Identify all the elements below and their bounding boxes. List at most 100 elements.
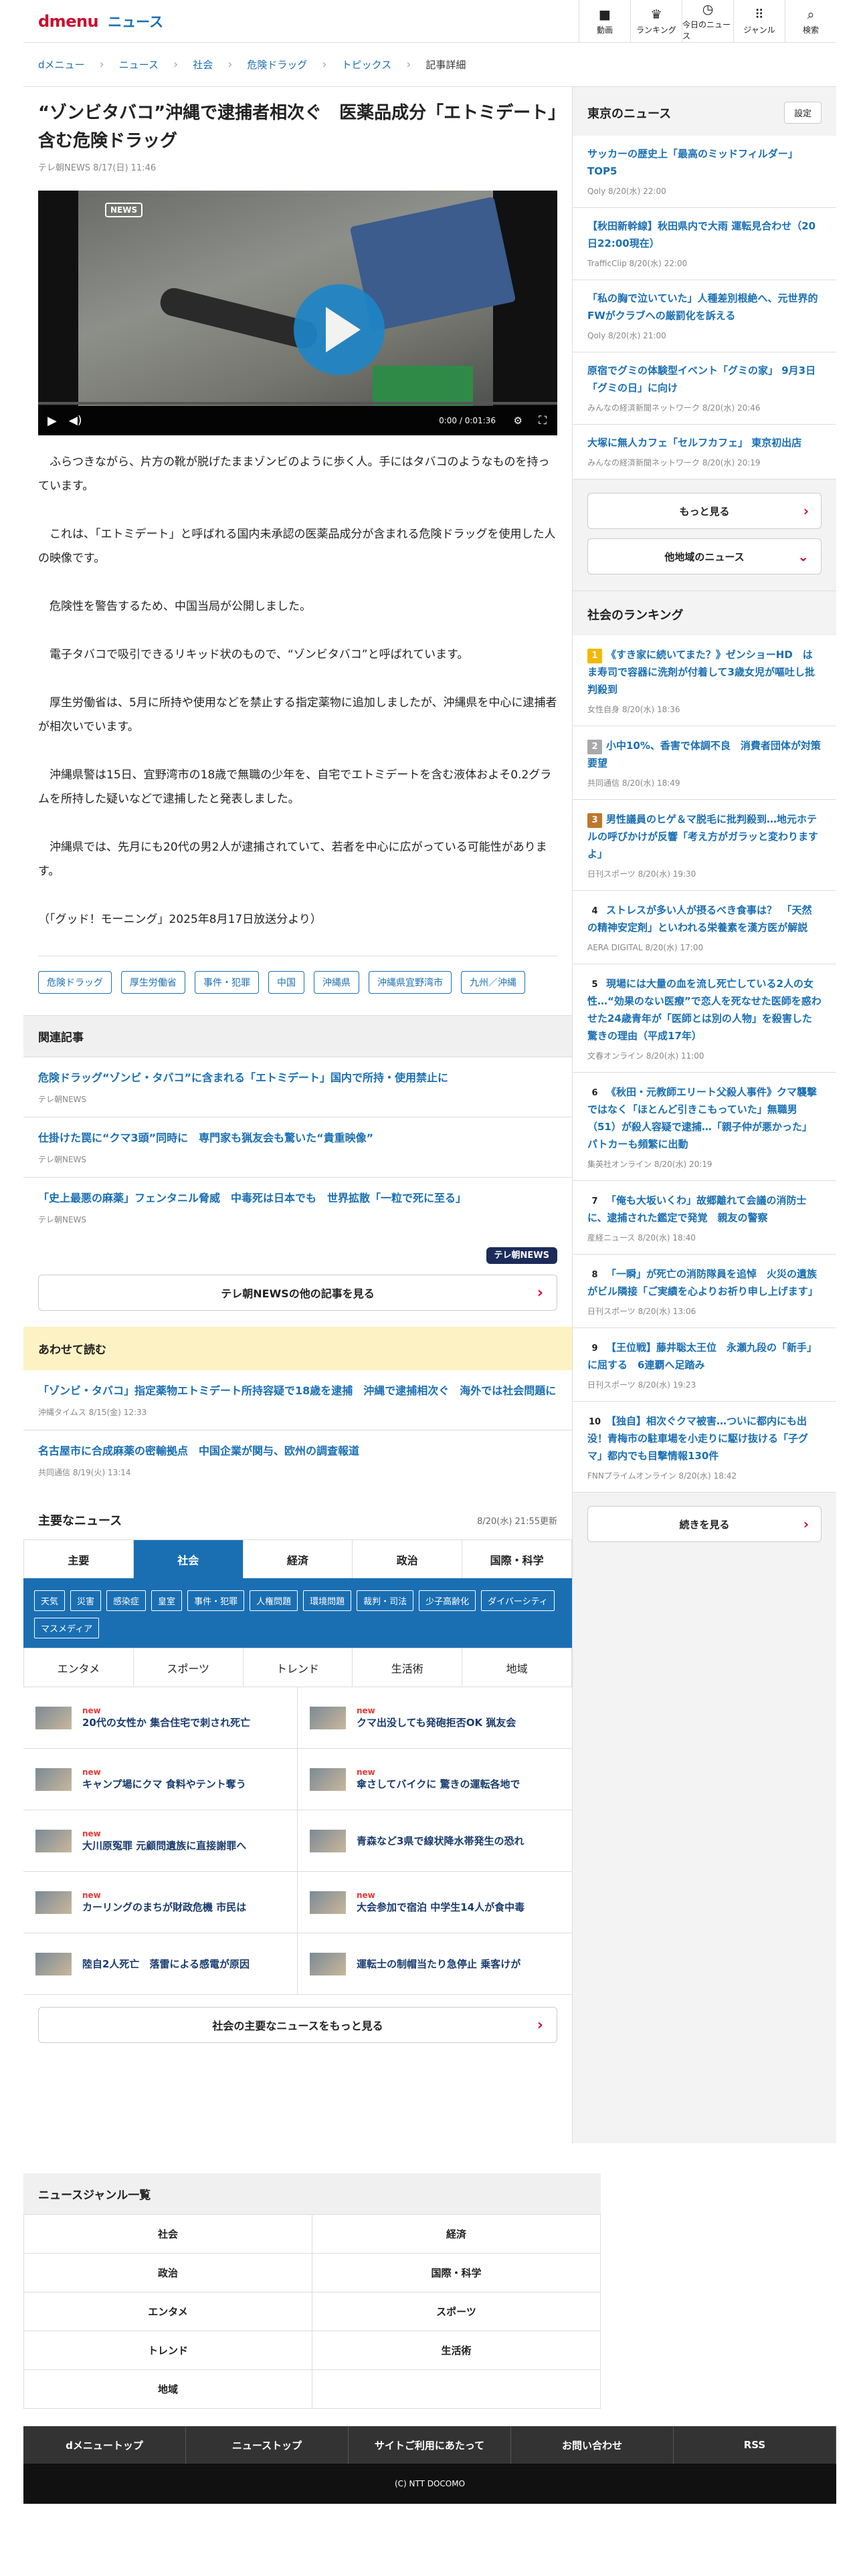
subtag[interactable]: 皇室 [151,1590,183,1611]
topic-tag[interactable]: 九州／沖縄 [461,971,525,994]
subtag[interactable]: 災害 [70,1590,102,1611]
video-player[interactable]: NEWS ▶ ◀) 0:00 / 0:01:36 ⚙ ⛶ [38,191,557,435]
nav-video[interactable]: ■ 動画 [579,0,630,43]
fullscreen-icon[interactable]: ⛶ [539,414,547,427]
footer-link[interactable]: サイトご利用にあたって [349,2426,511,2464]
tab-lifestyle[interactable]: 生活術 [352,1648,462,1687]
tab-trend[interactable]: トレンド [242,1648,353,1687]
more-tvasahi-button[interactable]: テレ朝NEWSの他の記事を見る › [38,1275,557,1311]
tab-entertainment[interactable]: エンタメ [23,1648,133,1687]
ranking-item[interactable]: 10 【独自】相次ぐクマ被害…ついに都内にも出没！青梅市の駐車場を小走りに駆け抜け… [573,1402,836,1493]
genre-link[interactable]: 生活術 [312,2331,601,2370]
ranking-item[interactable]: 4 ストレスが多い人が摂るべき食事は？ 「天然の精神安定剤」といわれる栄養素を漢方… [573,891,836,964]
more-society-news-button[interactable]: 社会の主要なニュースをもっと見る › [38,2007,557,2043]
video-progress[interactable] [38,402,557,405]
subtag[interactable]: 環境問題 [303,1590,352,1611]
related-source: テレ朝NEWS [38,1215,87,1224]
related-item[interactable]: 仕掛けた罠に“クマ3頭”同時に 専門家も猟友会も驚いた“貴重映像” テレ朝NEWS [23,1117,572,1178]
more-local-button[interactable]: もっと見る › [587,493,822,529]
volume-icon[interactable]: ◀) [69,414,82,427]
topic-tag[interactable]: 沖縄県宜野湾市 [369,971,452,994]
news-item[interactable]: 陸自2人死亡 落雷による感電が原因 [23,1933,298,1995]
breadcrumb-link[interactable]: ニュース [119,58,159,72]
settings-icon[interactable]: ⚙ [514,415,522,427]
tab-society[interactable]: 社会 [132,1539,243,1578]
genre-link[interactable]: 社会 [24,2215,312,2254]
genre-link[interactable]: 政治 [24,2254,312,2292]
local-news-item[interactable]: 原宿でグミの体験型イベント「グミの家」 9月3日「グミの日」に向け みんなの経済新… [573,352,836,425]
related-item[interactable]: 「史上最悪の麻薬」フェンタニル脅威 中毒死は日本でも 世界拡散「一粒で死に至る」… [23,1178,572,1237]
footer-link[interactable]: ニューストップ [186,2426,349,2464]
ranking-item[interactable]: 8 「一瞬」が死亡の消防隊員を追悼 火災の遺族がビル隣接「ご実績を心よりお祈り申し… [573,1255,836,1328]
local-news-item[interactable]: サッカーの歴史上「最高のミッドフィルダー」TOP5 Qoly 8/20(水) 22… [573,136,836,208]
subtag[interactable]: 裁判・司法 [357,1590,414,1611]
nav-today[interactable]: ◷ 今日のニュース [682,0,733,43]
ranking-meta: 女性自身 8/20(水) 18:36 [587,705,680,714]
news-item[interactable]: new カーリングのまちが財政危機 市民は [23,1872,298,1933]
genre-link[interactable]: 国際・科学 [312,2254,601,2292]
site-logo[interactable]: dmenu ニュース [23,11,163,31]
genre-link[interactable]: スポーツ [312,2292,601,2331]
genre-link[interactable]: 地域 [24,2370,312,2409]
related-item[interactable]: 危険ドラッグ“ゾンビ・タバコ”に含まれる「エトミデート」国内で所持・使用禁止にテ… [23,1057,572,1117]
ranking-meta: 日刊スポーツ 8/20(水) 19:30 [587,869,696,879]
local-news-item[interactable]: 大塚に無人カフェ「セルフカフェ」 東京初出店 みんなの経済新聞ネットワーク 8/2… [573,425,836,479]
tab-major[interactable]: 主要 [23,1539,133,1578]
subtag[interactable]: 事件・犯罪 [187,1590,245,1611]
ranking-item[interactable]: 6 《秋田・元教師エリート父殺人事件》クマ襲撃ではなく「ほとんど引きこもっていた」… [573,1073,836,1181]
tab-politics[interactable]: 政治 [352,1539,462,1578]
topic-tag[interactable]: 厚生労働省 [121,971,185,994]
breadcrumb-link[interactable]: 社会 [193,58,213,72]
subtag[interactable]: 人権問題 [250,1590,298,1611]
settings-button[interactable]: 設定 [783,102,822,124]
subtag[interactable]: 少子高齢化 [419,1590,476,1611]
topic-tag[interactable]: 中国 [268,971,304,994]
play-small-icon[interactable]: ▶ [47,414,57,428]
tab-international[interactable]: 国際・科学 [462,1539,572,1578]
tab-economy[interactable]: 経済 [242,1539,353,1578]
local-news-item[interactable]: 「私の胸で泣いていた」人種差別根絶へ、元世界的FWがクラブへの厳罰化を訴える Qo… [573,280,836,352]
local-news-item[interactable]: 【秋田新幹線】秋田県内で大雨 運転見合わせ（20日22:00現在） Traffic… [573,208,836,280]
ranking-item[interactable]: 2 小中10%、香害で体調不良 消費者団体が対策要望 共同通信 8/20(水) 18… [573,726,836,800]
genre-link[interactable]: エンタメ [24,2292,312,2331]
also-read-item[interactable]: 名古屋市に合成麻薬の密輸拠点 中国企業が関与、欧州の調査報道 共同通信 8/19(… [23,1430,572,1490]
breadcrumb-link[interactable]: dメニュー [38,58,85,72]
subtag[interactable]: 感染症 [106,1590,147,1611]
news-item[interactable]: new 傘さしてバイクに 驚きの運転各地で [298,1749,572,1810]
ranking-item[interactable]: 7 「俺も大坂いくわ」故郷離れて会議の消防士に、逮捕された鑑定で発覚 親友の警察産… [573,1181,836,1255]
news-item[interactable]: new クマ出没しても発砲拒否OK 猟友会 [298,1687,572,1749]
topic-tag[interactable]: 沖縄県 [314,971,359,994]
nav-genre[interactable]: ⠿ ジャンル [733,0,785,43]
footer-link[interactable]: お問い合わせ [511,2426,674,2464]
tab-region[interactable]: 地域 [462,1648,572,1687]
ranking-item[interactable]: 3 男性議員のヒゲ＆マ脱毛に批判殺到…地元ホテルの呼びかけが反響「考え方がガラッと… [573,800,836,891]
nav-search[interactable]: ⌕ 検索 [785,0,836,43]
news-item[interactable]: new 大川原冤罪 元顧問遺族に直接謝罪へ [23,1810,298,1872]
breadcrumb-link[interactable]: トピックス [342,58,392,72]
ranking-item[interactable]: 1 《すき家に続いてまた？》ゼンショーHD はま寿司で容器に洗剤が付着して3歳女児… [573,635,836,726]
breadcrumb-link[interactable]: 危険ドラッグ [247,58,307,72]
other-region-button[interactable]: 他地域のニュース ⌄ [587,538,822,574]
topic-tag[interactable]: 事件・犯罪 [195,971,259,994]
genre-link[interactable]: トレンド [24,2331,312,2370]
nav-ranking[interactable]: ♛ ランキング [630,0,682,43]
also-read-item[interactable]: 「ゾンビ・タバコ」指定薬物エトミデート所持容疑で18歳を逮捕 沖縄で逮捕相次ぐ … [23,1370,572,1430]
news-item[interactable]: new 20代の女性か 集合住宅で刺され死亡 [23,1687,298,1749]
footer-link[interactable]: RSS [674,2426,836,2464]
news-item[interactable]: 運転士の制帽当たり急停止 乗客けが [298,1933,572,1995]
footer-link[interactable]: dメニュートップ [23,2426,186,2464]
play-icon[interactable] [294,284,385,375]
more-ranking-button[interactable]: 続きを見る › [587,1506,822,1542]
news-item[interactable]: 青森など3県で線状降水帯発生の恐れ [298,1810,572,1872]
subtag[interactable]: マスメディア [34,1618,100,1638]
ranking-item[interactable]: 5 現場には大量の血を流し死亡している2人の女性…“効果のない医療”で恋人を死なせ… [573,964,836,1073]
also-read-title: 名古屋市に合成麻薬の密輸拠点 中国企業が関与、欧州の調査報道 [38,1444,360,1457]
genre-link[interactable]: 経済 [312,2215,601,2254]
subtag[interactable]: ダイバーシティ [481,1590,555,1611]
tab-sports[interactable]: スポーツ [132,1648,243,1687]
ranking-item[interactable]: 9 【王位戦】藤井聡太王位 永瀬九段の「新手」に屈する 6連覇へ足踏み 日刊スポーツ… [573,1328,836,1402]
news-item[interactable]: new 大会参加で宿泊 中学生14人が食中毒 [298,1872,572,1933]
subtag[interactable]: 天気 [34,1590,66,1611]
topic-tag[interactable]: 危険ドラッグ [38,971,112,994]
news-item[interactable]: new キャンプ場にクマ 食料やテント奪う [23,1749,298,1810]
